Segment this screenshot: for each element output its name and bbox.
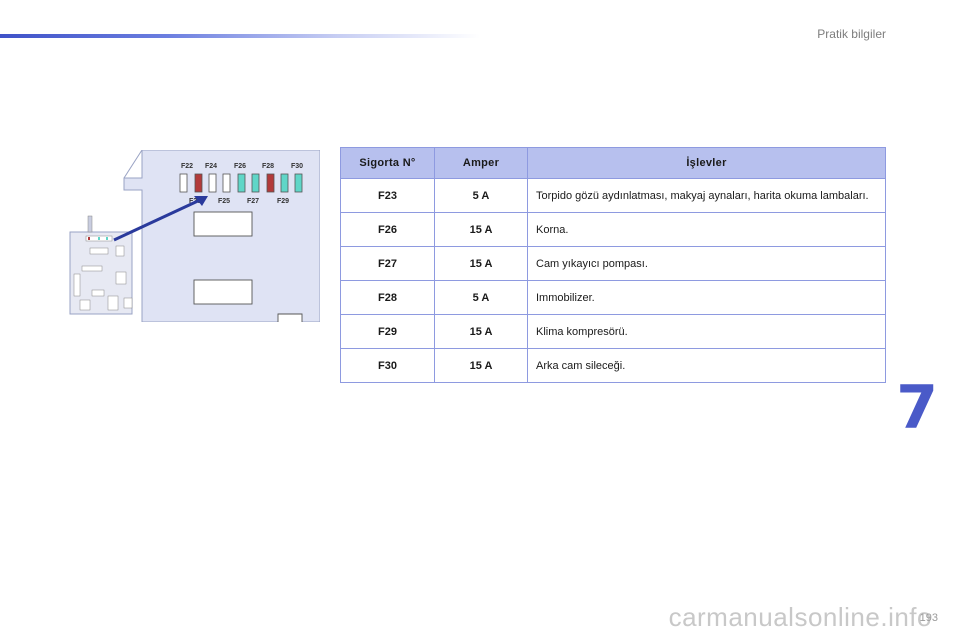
fuse-box-diagram: F22 F24 F26 F28 F30 F23 F25 F27 F29 xyxy=(62,150,320,322)
fuse-number: F30 xyxy=(340,348,435,383)
table-row: F23 5 A Torpido gözü aydınlatması, makya… xyxy=(340,178,886,213)
fuse-label-bottom: F27 xyxy=(247,198,259,205)
fuse-amp: 15 A xyxy=(434,246,528,281)
chapter-number: 7 xyxy=(896,373,938,443)
header-amper: Amper xyxy=(434,147,528,179)
table-row: F28 5 A Immobilizer. xyxy=(340,280,886,315)
fuse-function: Korna. xyxy=(527,212,886,247)
fuse-f26 xyxy=(237,173,246,193)
fuse-f24 xyxy=(208,173,217,193)
fuse-label-top: F28 xyxy=(262,163,274,170)
fuse-function: Cam yıkayıcı pompası. xyxy=(527,246,886,281)
table-row: F29 15 A Klima kompresörü. xyxy=(340,314,886,349)
page-number: 193 xyxy=(919,612,938,624)
header-fuse-no: Sigorta N° xyxy=(340,147,435,179)
fuse-f25 xyxy=(222,173,231,193)
table-row: F30 15 A Arka cam sileceği. xyxy=(340,348,886,383)
section-title: Pratik bilgiler xyxy=(817,27,886,41)
relay-block xyxy=(193,211,253,237)
fuse-function: Immobilizer. xyxy=(527,280,886,315)
fuse-f30 xyxy=(294,173,303,193)
fuse-f23 xyxy=(194,173,203,193)
fuse-amp: 15 A xyxy=(434,314,528,349)
fuse-f22 xyxy=(179,173,188,193)
fuse-number: F26 xyxy=(340,212,435,247)
header-functions: İşlevler xyxy=(527,147,886,179)
fuse-label-top: F22 xyxy=(181,163,193,170)
fuse-number: F23 xyxy=(340,178,435,213)
fuse-function: Torpido gözü aydınlatması, makyaj aynala… xyxy=(527,178,886,213)
fuse-label-top: F24 xyxy=(205,163,217,170)
fuse-f27 xyxy=(251,173,260,193)
fuse-f28 xyxy=(266,173,275,193)
fuse-label-top: F30 xyxy=(291,163,303,170)
fuse-number: F29 xyxy=(340,314,435,349)
table-header-row: Sigorta N° Amper İşlevler xyxy=(340,147,886,179)
fuse-function: Klima kompresörü. xyxy=(527,314,886,349)
fuse-number: F28 xyxy=(340,280,435,315)
fuse-label-bottom: F29 xyxy=(277,198,289,205)
fuse-table: Sigorta N° Amper İşlevler F23 5 A Torpid… xyxy=(340,147,886,383)
fuse-amp: 5 A xyxy=(434,280,528,315)
header-gradient-bar xyxy=(0,34,480,38)
fuse-number: F27 xyxy=(340,246,435,281)
watermark: carmanualsonline.info xyxy=(668,602,932,632)
fuse-amp: 15 A xyxy=(434,348,528,383)
relay-block xyxy=(193,279,253,305)
fuse-label-top: F26 xyxy=(234,163,246,170)
fuse-f29 xyxy=(280,173,289,193)
fuse-amp: 5 A xyxy=(434,178,528,213)
fuse-label-bottom: F25 xyxy=(218,198,230,205)
table-row: F27 15 A Cam yıkayıcı pompası. xyxy=(340,246,886,281)
table-row: F26 15 A Korna. xyxy=(340,212,886,247)
fuse-function: Arka cam sileceği. xyxy=(527,348,886,383)
fuse-amp: 15 A xyxy=(434,212,528,247)
